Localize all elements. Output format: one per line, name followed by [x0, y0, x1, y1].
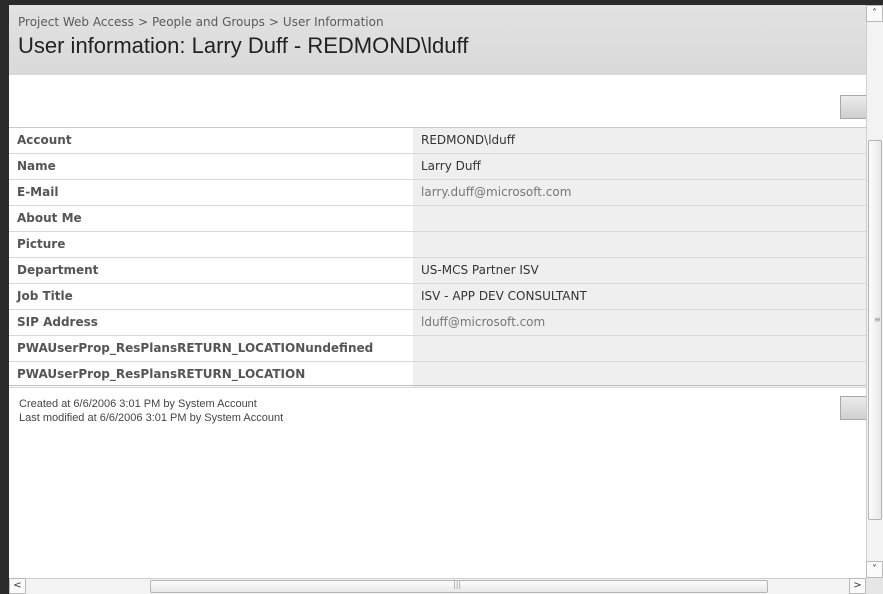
field-value: REDMOND\lduff: [413, 128, 866, 153]
field-label: Account: [17, 133, 72, 147]
field-value: ISV - APP DEV CONSULTANT: [413, 284, 866, 309]
field-label: SIP Address: [17, 315, 98, 329]
scrollbar-corner: [866, 578, 883, 594]
window-left-border: [0, 0, 9, 594]
breadcrumb-item-people-and-groups[interactable]: People and Groups: [152, 15, 265, 29]
vertical-scroll-thumb[interactable]: [868, 140, 882, 520]
field-value: US-MCS Partner ISV: [413, 258, 866, 283]
record-metadata: Created at 6/6/2006 3:01 PM by System Ac…: [19, 397, 283, 425]
created-info: Created at 6/6/2006 3:01 PM by System Ac…: [19, 398, 257, 410]
user-info-table: Account REDMOND\lduff Name Larry Duff E-…: [9, 127, 866, 388]
field-value: Larry Duff: [413, 154, 866, 179]
breadcrumb-separator: >: [137, 15, 148, 29]
table-row-picture: Picture: [9, 232, 866, 258]
scroll-left-button[interactable]: <: [9, 578, 26, 594]
horizontal-grip-icon: |||: [453, 580, 462, 589]
sip-address-link[interactable]: lduff@microsoft.com: [413, 310, 866, 335]
table-row-name: Name Larry Duff: [9, 154, 866, 180]
table-row-email: E-Mail larry.duff@microsoft.com: [9, 180, 866, 206]
table-row-sip-address: SIP Address lduff@microsoft.com: [9, 310, 866, 336]
scroll-up-button[interactable]: ˄: [866, 5, 883, 22]
field-label: PWAUserProp_ResPlansRETURN_LOCATIONundef…: [17, 341, 374, 355]
field-label: Picture: [17, 237, 66, 251]
field-label: PWAUserProp_ResPlansRETURN_LOCATION: [17, 367, 306, 381]
scroll-down-button[interactable]: ˅: [866, 561, 883, 578]
field-value: [413, 336, 866, 361]
scroll-right-button[interactable]: >: [849, 578, 866, 594]
breadcrumb-item-user-information: User Information: [282, 15, 384, 29]
breadcrumb: Project Web Access > People and Groups > Use…: [18, 15, 384, 29]
field-label: E-Mail: [17, 185, 59, 199]
page-title: User information: Larry Duff - REDMOND\l…: [18, 33, 469, 58]
bottom-toolbar-button[interactable]: [840, 396, 866, 420]
modified-info: Last modified at 6/6/2006 3:01 PM by Sys…: [19, 412, 284, 424]
top-toolbar-button[interactable]: [840, 95, 866, 119]
field-label: About Me: [17, 211, 82, 225]
vertical-grip-icon: ≡: [874, 315, 881, 324]
table-row-account: Account REDMOND\lduff: [9, 128, 866, 154]
field-label: Job Title: [17, 289, 73, 303]
field-value: [413, 362, 866, 387]
table-row-return-location-undefined: PWAUserProp_ResPlansRETURN_LOCATIONundef…: [9, 336, 866, 362]
page-header: Project Web Access > People and Groups > Use…: [9, 5, 866, 75]
table-row-job-title: Job Title ISV - APP DEV CONSULTANT: [9, 284, 866, 310]
table-row-about-me: About Me: [9, 206, 866, 232]
email-link[interactable]: larry.duff@microsoft.com: [413, 180, 866, 205]
breadcrumb-separator: >: [268, 15, 279, 29]
table-divider: [9, 385, 866, 386]
field-value: [413, 206, 866, 231]
table-row-department: Department US-MCS Partner ISV: [9, 258, 866, 284]
field-label: Name: [17, 159, 56, 173]
breadcrumb-item-project-web-access[interactable]: Project Web Access: [18, 15, 134, 29]
field-value: [413, 232, 866, 257]
field-label: Department: [17, 263, 99, 277]
